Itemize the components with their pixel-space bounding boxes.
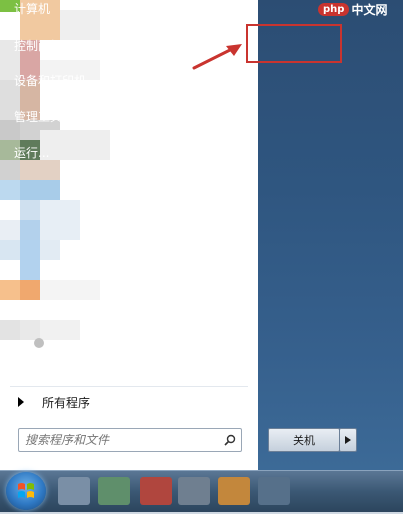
right-item-label: 控制面板 — [14, 38, 63, 53]
taskbar-app[interactable] — [218, 477, 250, 505]
chevron-right-icon — [132, 111, 137, 121]
shutdown-label: 关机 — [293, 434, 315, 447]
taskbar-app[interactable] — [98, 477, 130, 505]
search-input[interactable] — [19, 433, 219, 447]
right-item-label: 计算机 — [14, 1, 51, 16]
search-box[interactable] — [18, 428, 242, 452]
highlight-box — [246, 24, 342, 63]
start-menu-right-pane — [258, 0, 403, 470]
watermark: php 中文网 — [318, 0, 387, 18]
chevron-right-icon — [18, 397, 24, 407]
watermark-text: 中文网 — [351, 2, 388, 17]
right-item-devices-printers[interactable]: 设备和打印机 — [0, 65, 145, 95]
shutdown-options-button[interactable] — [339, 428, 357, 452]
right-item-label: 管理工具 — [14, 109, 63, 124]
right-item-computer[interactable]: 计算机 — [0, 0, 145, 23]
taskbar-app[interactable] — [140, 477, 172, 505]
taskbar-app[interactable] — [178, 477, 210, 505]
pointer-arrow-icon — [192, 44, 242, 70]
right-item-label: 设备和打印机 — [14, 73, 87, 88]
right-item-label: 运行... — [14, 145, 50, 160]
taskbar-app[interactable] — [58, 477, 90, 505]
watermark-logo: php — [318, 2, 350, 16]
right-item-run[interactable]: 运行... — [0, 137, 145, 167]
all-programs-label: 所有程序 — [42, 395, 91, 410]
taskbar-app[interactable] — [258, 477, 290, 505]
start-button[interactable] — [6, 472, 46, 510]
all-programs-button[interactable]: 所有程序 — [10, 386, 248, 417]
chevron-right-icon — [345, 436, 351, 444]
search-icon[interactable] — [219, 429, 241, 451]
shutdown-button[interactable]: 关机 — [268, 428, 340, 452]
right-item-control-panel[interactable]: 控制面板 — [0, 30, 145, 60]
windows-logo-icon — [18, 483, 34, 498]
right-item-admin-tools[interactable]: 管理工具 — [0, 101, 145, 131]
